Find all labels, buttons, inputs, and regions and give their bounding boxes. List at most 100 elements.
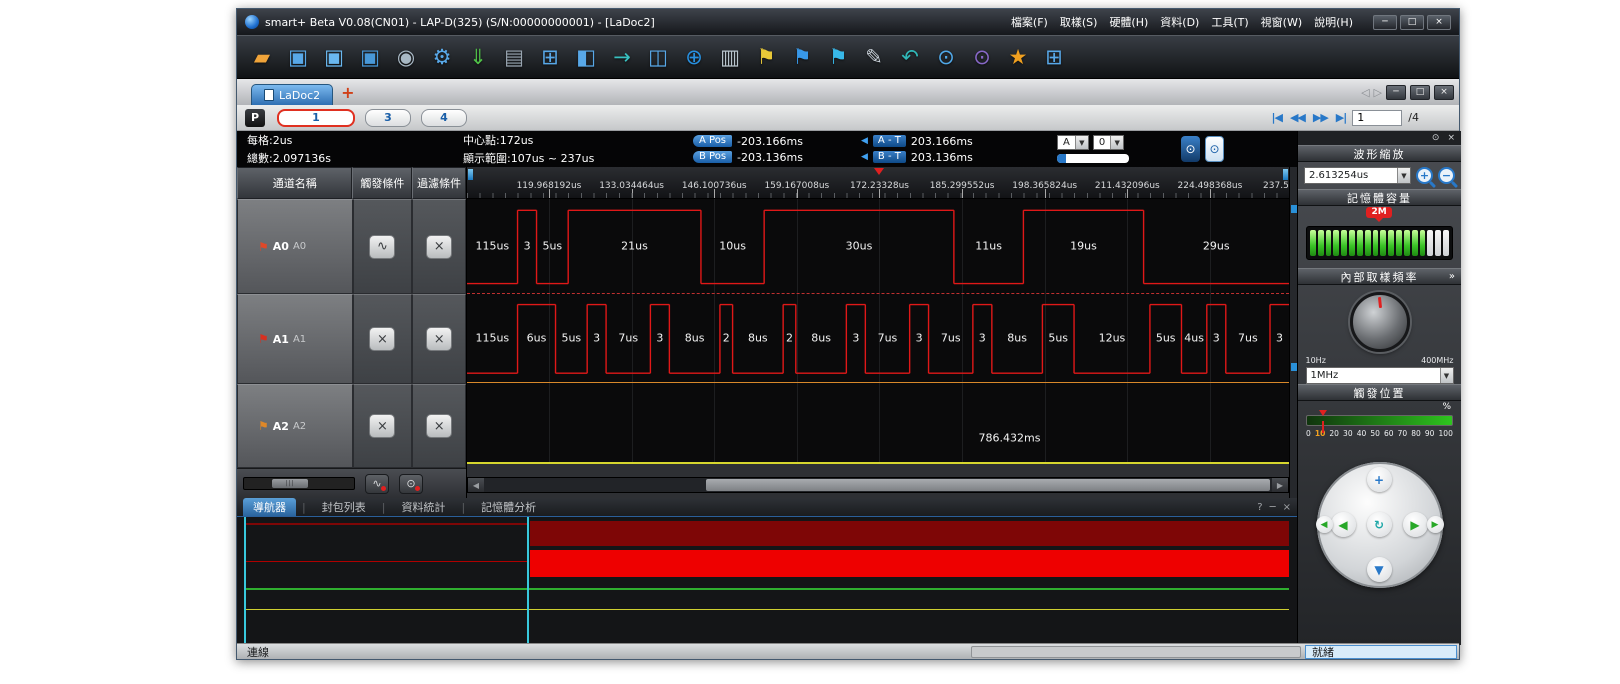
menu-硬體(H)[interactable]: 硬體(H) (1109, 14, 1148, 30)
save-as-icon[interactable]: ▣ (321, 43, 347, 71)
tab-nav-left-icon[interactable]: ◁ (1361, 86, 1369, 99)
filter-condition-button[interactable]: × (426, 327, 452, 351)
calculator-icon[interactable]: ⊞ (1041, 43, 1067, 71)
step-back-button[interactable]: ◀ (1316, 516, 1333, 533)
panel-tab-資料統計[interactable]: 資料統計 (391, 498, 455, 516)
scroll-right-button[interactable]: ▶ (1272, 478, 1288, 492)
pan-hand-button[interactable]: + (1367, 467, 1392, 492)
undo-icon[interactable]: ↶ (897, 43, 923, 71)
filter-quick-button[interactable]: ⊙ (399, 474, 423, 494)
channel-h-scrollbar[interactable]: ||| (243, 477, 355, 490)
restore-button[interactable]: □ (1400, 15, 1424, 30)
waveform-row-A2[interactable]: 786.432ms (467, 383, 1289, 464)
zoom-select[interactable]: 2.613254us▼ (1304, 167, 1411, 184)
open-folder-icon[interactable]: ▰ (249, 43, 275, 71)
panel-control-0[interactable]: ? (1257, 502, 1262, 513)
scroll-left-button[interactable]: ◀ (468, 478, 484, 492)
trigger-marker[interactable] (874, 168, 884, 175)
menu-檔案(F)[interactable]: 檔案(F) (1011, 14, 1048, 30)
navigator-cursor-1[interactable] (527, 517, 529, 645)
search-icon[interactable]: ⊙ (933, 43, 959, 71)
cursor-select[interactable]: A▼ (1057, 135, 1089, 150)
flag-b-icon[interactable]: ⚑ (789, 43, 815, 71)
panel-tab-導航器[interactable]: 導航器 (243, 498, 296, 516)
menu-視窗(W)[interactable]: 視窗(W) (1261, 14, 1302, 30)
page-button-4[interactable]: 4 (421, 109, 467, 127)
waveform-h-scrollbar[interactable]: ◀ ▶ (467, 477, 1289, 493)
page-nav-2-icon[interactable]: ▶▶ (1313, 111, 1328, 124)
flag-a-icon[interactable]: ⚑ (753, 43, 779, 71)
page-input[interactable] (1352, 110, 1402, 126)
trigger-quick-button[interactable]: ∿ (365, 474, 389, 494)
zoom-in-icon[interactable]: + (1416, 167, 1433, 184)
channel-row-A0[interactable]: ⚑A0A0 ∿ × (237, 199, 466, 294)
pin-icon[interactable]: ⊙ (1432, 133, 1440, 143)
trigger-condition-button[interactable]: × (369, 327, 395, 351)
panel-tab-記憶體分析[interactable]: 記憶體分析 (471, 498, 546, 516)
goto-a-button[interactable]: ⊙ (1181, 136, 1200, 162)
channel-name-cell[interactable]: ⚑A2A2 (237, 384, 353, 468)
menu-工具(T)[interactable]: 工具(T) (1211, 14, 1248, 30)
waveform-row-A1[interactable]: 115us6us5us37us38us28us28us37us37us38us5… (467, 294, 1289, 383)
page-nav-0-icon[interactable]: |◀ (1271, 111, 1281, 124)
repeat-button[interactable]: ↻ (1367, 512, 1392, 537)
connector-icon[interactable]: ⊕ (681, 43, 707, 71)
panel-tab-封包列表[interactable]: 封包列表 (312, 498, 376, 516)
pages-icon[interactable]: ◫ (645, 43, 671, 71)
tab-ladoc2[interactable]: LaDoc2 (251, 84, 333, 105)
channel-name-cell[interactable]: ⚑A1A1 (237, 294, 353, 384)
navigator-cursor-0[interactable] (244, 517, 246, 645)
search-settings-icon[interactable]: ⊙ (969, 43, 995, 71)
waveform-row-A0[interactable]: 115us35us21us10us30us11us19us29us (467, 199, 1289, 294)
page-button-3[interactable]: 3 (365, 109, 411, 127)
filter-condition-button[interactable]: × (426, 414, 452, 438)
sidebar-close-icon[interactable]: × (1447, 133, 1455, 143)
frequency-knob[interactable] (1350, 292, 1410, 352)
page-mode-button[interactable]: P (245, 109, 265, 127)
menu-取樣(S)[interactable]: 取樣(S) (1060, 14, 1098, 30)
scroll-thumb[interactable]: ||| (272, 479, 308, 488)
frequency-select[interactable]: 1MHz▼ (1306, 367, 1454, 384)
waveform-v-scrollbar[interactable] (1289, 167, 1297, 498)
page-button-1[interactable]: 1 (277, 109, 355, 127)
filter-condition-button[interactable]: × (426, 235, 452, 259)
more-icon[interactable]: » (1449, 271, 1455, 282)
new-tab-button[interactable]: + (341, 83, 354, 102)
menu-資料(D)[interactable]: 資料(D) (1160, 14, 1199, 30)
index-select[interactable]: 0▼ (1093, 135, 1124, 150)
trigger-position-slider[interactable] (1306, 415, 1453, 426)
play-button[interactable]: ▶ (1403, 512, 1428, 537)
close-button[interactable]: × (1427, 15, 1451, 30)
channel-row-A1[interactable]: ⚑A1A1 × × (237, 294, 466, 384)
panel-control-2[interactable]: × (1283, 502, 1291, 513)
minimize-button[interactable]: ─ (1373, 15, 1397, 30)
page-nav-3-icon[interactable]: ▶| (1336, 111, 1346, 124)
doc-restore-button[interactable]: □ (1410, 85, 1430, 100)
page-nav-1-icon[interactable]: ◀◀ (1290, 111, 1305, 124)
menu-說明(H)[interactable]: 說明(H) (1314, 14, 1353, 30)
trigger-condition-button[interactable]: × (369, 414, 395, 438)
waveform-area[interactable]: 119.968192us133.034464us146.100736us159.… (467, 167, 1289, 498)
doc-minimize-button[interactable]: ─ (1386, 85, 1406, 100)
left-cursor-marker[interactable] (468, 169, 473, 180)
save-icon[interactable]: ▣ (285, 43, 311, 71)
panel-control-1[interactable]: ─ (1270, 502, 1276, 513)
trigger-condition-button[interactable]: ∿ (369, 235, 395, 259)
channel-name-cell[interactable]: ⚑A0A0 (237, 199, 353, 294)
keypad-icon[interactable]: ⊞ (537, 43, 563, 71)
trigger-position-marker[interactable] (1319, 410, 1327, 416)
doc-close-button[interactable]: × (1434, 85, 1454, 100)
step-forward-button[interactable]: ▶ (1427, 516, 1444, 533)
favorites-icon[interactable]: ★ (1005, 43, 1031, 71)
navigation-pad[interactable]: +▶↻◀▼◀▶ (1317, 462, 1443, 588)
note-icon[interactable]: ✎ (861, 43, 887, 71)
channel-row-A2[interactable]: ⚑A2A2 × × (237, 384, 466, 468)
flag-t-icon[interactable]: ⚑ (825, 43, 851, 71)
layout-window-icon[interactable]: ◧ (573, 43, 599, 71)
download-icon[interactable]: ⇓ (465, 43, 491, 71)
settings-tools-icon[interactable]: ⚙ (429, 43, 455, 71)
zoom-out-icon[interactable]: − (1438, 167, 1455, 184)
navigator-canvas[interactable] (237, 516, 1297, 645)
export-icon[interactable]: → (609, 43, 635, 71)
prev-button[interactable]: ◀ (1331, 512, 1356, 537)
